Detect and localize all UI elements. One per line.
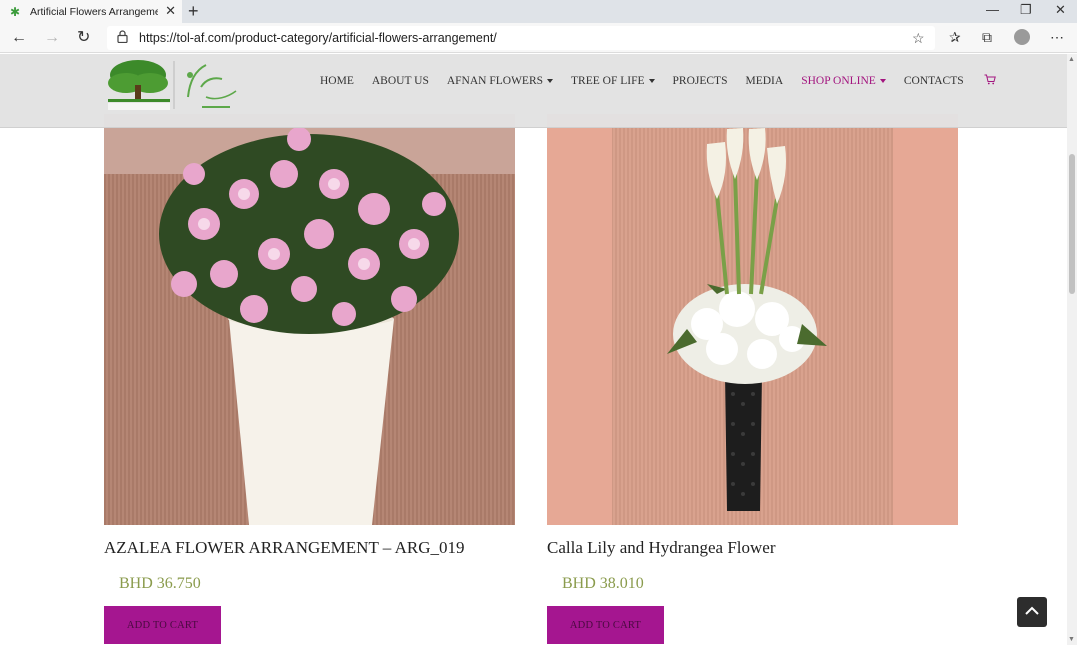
nav-item-label: MEDIA bbox=[745, 75, 784, 87]
close-window-button[interactable]: ✕ bbox=[1055, 2, 1066, 18]
back-to-top-button[interactable] bbox=[1017, 597, 1047, 627]
chevron-up-icon bbox=[1024, 603, 1040, 621]
nav-item-label: CONTACTS bbox=[903, 75, 964, 87]
favorites-icon[interactable]: ✰ bbox=[949, 28, 961, 46]
scroll-down-icon[interactable]: ▼ bbox=[1068, 636, 1075, 643]
tab-title: Artificial Flowers Arrangement – bbox=[30, 5, 158, 18]
vertical-scrollbar[interactable]: ▲ ▼ bbox=[1067, 54, 1077, 645]
nav-item-home[interactable]: HOME bbox=[320, 75, 354, 87]
back-icon[interactable]: ← bbox=[11, 28, 27, 48]
product-image[interactable] bbox=[547, 114, 958, 525]
caret-down-icon bbox=[648, 79, 655, 83]
restore-button[interactable]: ❐ bbox=[1020, 2, 1032, 18]
tab-close-icon[interactable]: ✕ bbox=[165, 4, 176, 18]
nav-item-label: SHOP ONLINE bbox=[801, 75, 876, 87]
product-name[interactable]: AZALEA FLOWER ARRANGEMENT – ARG_019 bbox=[104, 538, 515, 558]
browser-tab[interactable]: ✱ Artificial Flowers Arrangement – ✕ bbox=[0, 0, 182, 23]
page-viewport: HOME ABOUT US AFNAN FLOWERS TREE OF LIFE… bbox=[0, 54, 1067, 645]
more-icon[interactable]: ⋯ bbox=[1050, 28, 1065, 46]
flower-favicon-icon: ✱ bbox=[10, 4, 21, 19]
scroll-thumb[interactable] bbox=[1069, 154, 1075, 294]
nav-item-label: AFNAN FLOWERS bbox=[446, 75, 544, 87]
profile-icon[interactable] bbox=[1014, 29, 1030, 45]
nav-item-label: PROJECTS bbox=[672, 75, 728, 87]
site-logo[interactable] bbox=[106, 57, 240, 113]
scroll-up-icon[interactable]: ▲ bbox=[1068, 56, 1075, 63]
url-field[interactable]: https://tol-af.com/product-category/arti… bbox=[107, 26, 935, 50]
product-image[interactable] bbox=[104, 114, 515, 525]
url-text: https://tol-af.com/product-category/arti… bbox=[139, 31, 497, 45]
caret-down-icon bbox=[879, 79, 886, 83]
product-name[interactable]: Calla Lily and Hydrangea Flower bbox=[547, 538, 958, 558]
add-to-cart-button[interactable]: ADD TO CART bbox=[104, 606, 221, 644]
product-price: BHD 36.750 bbox=[119, 575, 201, 592]
nav-item-label: TREE OF LIFE bbox=[571, 75, 645, 87]
address-bar-row: ← → ↻ https://tol-af.com/product-categor… bbox=[0, 23, 1077, 53]
product-card: AZALEA FLOWER ARRANGEMENT – ARG_019 BHD … bbox=[104, 114, 515, 644]
nav-item-about-us[interactable]: ABOUT US bbox=[372, 75, 429, 87]
product-price: BHD 38.010 bbox=[562, 575, 644, 592]
lock-icon bbox=[117, 30, 129, 46]
site-header: HOME ABOUT US AFNAN FLOWERS TREE OF LIFE… bbox=[0, 54, 1067, 128]
main-nav: HOME ABOUT US AFNAN FLOWERS TREE OF LIFE… bbox=[320, 74, 996, 88]
collections-icon[interactable]: ⧉ bbox=[982, 28, 992, 46]
nav-item-projects[interactable]: PROJECTS bbox=[673, 75, 728, 87]
nav-item-afnan-flowers[interactable]: AFNAN FLOWERS bbox=[446, 75, 554, 87]
new-tab-button[interactable]: + bbox=[188, 1, 199, 21]
minimize-button[interactable]: — bbox=[986, 2, 999, 18]
nav-item-media[interactable]: MEDIA bbox=[745, 75, 783, 87]
tab-bar: ✱ Artificial Flowers Arrangement – ✕ + —… bbox=[0, 0, 1077, 23]
refresh-icon[interactable]: ↻ bbox=[77, 28, 90, 48]
nav-item-tree-of-life[interactable]: TREE OF LIFE bbox=[571, 75, 655, 87]
caret-down-icon bbox=[547, 79, 554, 83]
nav-item-contacts[interactable]: CONTACTS bbox=[904, 75, 964, 87]
nav-item-label: ABOUT US bbox=[371, 75, 429, 87]
star-icon[interactable]: ☆ bbox=[912, 30, 925, 46]
nav-item-label: HOME bbox=[320, 75, 354, 87]
nav-item-shop-online[interactable]: SHOP ONLINE bbox=[801, 75, 886, 87]
product-card: Calla Lily and Hydrangea Flower BHD 38.0… bbox=[547, 114, 958, 644]
cart-icon[interactable] bbox=[984, 74, 996, 88]
add-to-cart-button[interactable]: ADD TO CART bbox=[547, 606, 664, 644]
forward-icon[interactable]: → bbox=[44, 28, 60, 48]
